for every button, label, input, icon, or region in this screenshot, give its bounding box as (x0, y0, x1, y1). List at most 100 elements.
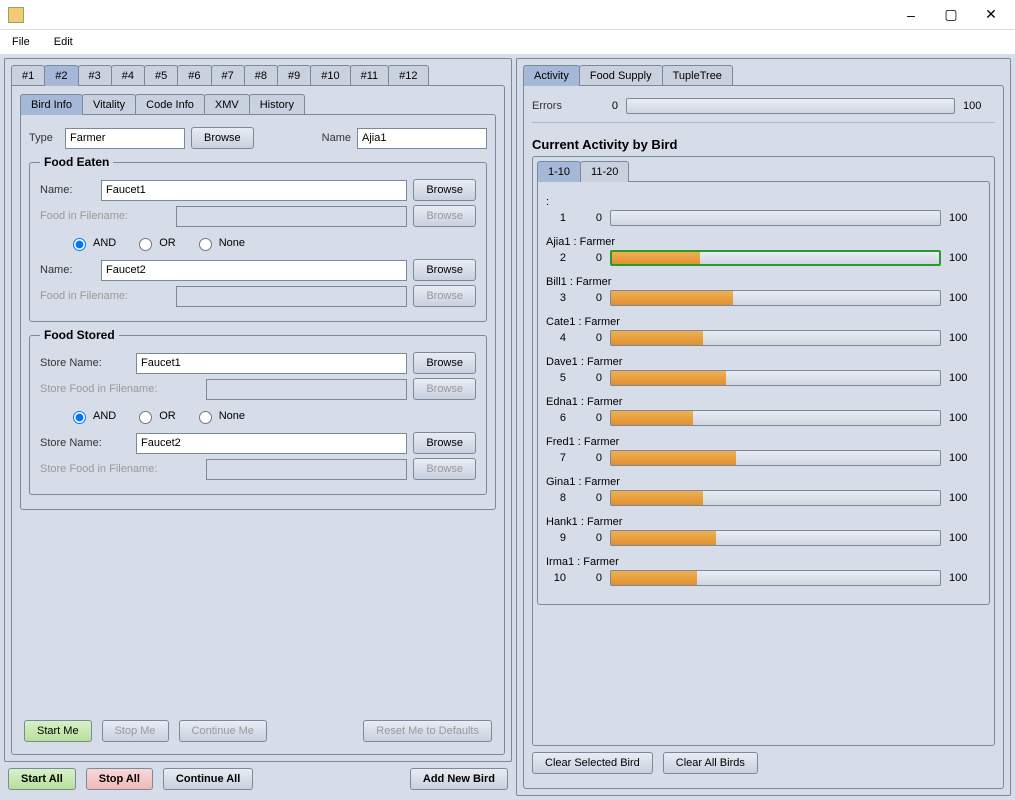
stored-file2-input (206, 459, 407, 480)
global-control-buttons: Start All Stop All Continue All Add New … (4, 762, 512, 796)
stored-radio-and[interactable]: AND (68, 408, 116, 424)
clear-selected-button[interactable]: Clear Selected Bird (532, 752, 653, 774)
eaten-browse1-button[interactable]: Browse (413, 179, 476, 201)
stored-radio-or[interactable]: OR (134, 408, 176, 424)
tab-3[interactable]: #3 (78, 65, 112, 86)
tab-foodsupply[interactable]: Food Supply (579, 65, 663, 86)
food-eaten-fieldset: Food Eaten Name: Browse Food in Filename… (29, 155, 487, 322)
tab-4[interactable]: #4 (111, 65, 145, 86)
eaten-radio-and[interactable]: AND (68, 235, 116, 251)
bird-progressbar[interactable] (610, 370, 941, 386)
bird-max: 100 (949, 572, 981, 584)
bird-max: 100 (949, 412, 981, 424)
tab-6[interactable]: #6 (177, 65, 211, 86)
stored-name1-input[interactable] (136, 353, 407, 374)
menubar: File Edit (0, 30, 1015, 54)
tab-9[interactable]: #9 (277, 65, 311, 86)
stored-radio-none[interactable]: None (194, 408, 245, 424)
tab-1[interactable]: #1 (11, 65, 45, 86)
clear-all-birds-button[interactable]: Clear All Birds (663, 752, 758, 774)
stored-browse1-button[interactable]: Browse (413, 352, 476, 374)
eaten-browse2-button[interactable]: Browse (413, 259, 476, 281)
bird-info-panel: Type Browse Name Food Eaten Name: Browse (20, 114, 496, 510)
bird-progress-row: 10100 (546, 210, 981, 226)
bird-number-tabs: #1#2#3#4#5#6#7#8#9#10#11#12 (11, 65, 505, 86)
bird-progressbar[interactable] (610, 570, 941, 586)
bird-progress-row: 20100 (546, 250, 981, 266)
bird-progressbar[interactable] (610, 330, 941, 346)
tab-codeinfo[interactable]: Code Info (135, 94, 205, 115)
eaten-radio-none[interactable]: None (194, 235, 245, 251)
stored-file1-browse-button: Browse (413, 378, 476, 400)
bird-index: 4 (546, 332, 566, 344)
bird-progressbar[interactable] (610, 210, 941, 226)
eaten-name1-label: Name: (40, 184, 95, 196)
java-icon (8, 7, 24, 23)
tab-xmv[interactable]: XMV (204, 94, 250, 115)
eaten-file1-label: Food in Filename: (40, 210, 170, 222)
type-label: Type (29, 132, 59, 144)
tab-110[interactable]: 1-10 (537, 161, 581, 182)
maximize-button[interactable]: ▢ (931, 1, 971, 29)
minimize-button[interactable]: – (891, 1, 931, 29)
bird-progressbar[interactable] (610, 490, 941, 506)
bird-progressbar[interactable] (610, 410, 941, 426)
eaten-name2-label: Name: (40, 264, 95, 276)
stop-me-button: Stop Me (102, 720, 169, 742)
bird-min: 0 (574, 572, 602, 584)
bird-empty-label: : (546, 196, 981, 208)
activity-inner-panel: 1-1011-20 : 10100Ajia1 : Farmer20100Bill… (532, 156, 995, 746)
close-button[interactable]: ✕ (971, 1, 1011, 29)
bird-progressbar[interactable] (610, 250, 941, 266)
bird-index: 6 (546, 412, 566, 424)
activity-title: Current Activity by Bird (532, 137, 995, 152)
add-new-bird-button[interactable]: Add New Bird (410, 768, 508, 790)
bird-min: 0 (574, 492, 602, 504)
start-me-button[interactable]: Start Me (24, 720, 92, 742)
stored-file2-browse-button: Browse (413, 458, 476, 480)
bird-index: 5 (546, 372, 566, 384)
type-input[interactable] (65, 128, 185, 149)
stop-all-button[interactable]: Stop All (86, 768, 153, 790)
continue-all-button[interactable]: Continue All (163, 768, 253, 790)
bird-label: Hank1 : Farmer (546, 516, 981, 528)
tab-activity[interactable]: Activity (523, 65, 580, 86)
eaten-name2-input[interactable] (101, 260, 407, 281)
tab-1120[interactable]: 11-20 (580, 161, 629, 182)
right-column: ActivityFood SupplyTupleTree Errors 0 10… (516, 58, 1011, 796)
start-all-button[interactable]: Start All (8, 768, 76, 790)
activity-tabs: ActivityFood SupplyTupleTree (523, 65, 1004, 86)
stored-name2-input[interactable] (136, 433, 407, 454)
stored-name1-label: Store Name: (40, 357, 130, 369)
type-browse-button[interactable]: Browse (191, 127, 254, 149)
tab-12[interactable]: #12 (388, 65, 428, 86)
tab-vitality[interactable]: Vitality (82, 94, 136, 115)
bird-max: 100 (949, 292, 981, 304)
eaten-file2-label: Food in Filename: (40, 290, 170, 302)
stored-file1-label: Store Food in Filename: (40, 383, 200, 395)
name-input[interactable] (357, 128, 487, 149)
tab-8[interactable]: #8 (244, 65, 278, 86)
bird-progressbar[interactable] (610, 450, 941, 466)
eaten-name1-input[interactable] (101, 180, 407, 201)
tab-tupletree[interactable]: TupleTree (662, 65, 733, 86)
tab-11[interactable]: #11 (350, 65, 390, 86)
tab-7[interactable]: #7 (211, 65, 245, 86)
bird-progressbar[interactable] (610, 530, 941, 546)
menu-file[interactable]: File (8, 34, 34, 50)
menu-edit[interactable]: Edit (50, 34, 77, 50)
stored-browse2-button[interactable]: Browse (413, 432, 476, 454)
bird-progressbar[interactable] (610, 290, 941, 306)
bird-progress-row: 80100 (546, 490, 981, 506)
bird-label: Cate1 : Farmer (546, 316, 981, 328)
activity-buttons: Clear Selected Bird Clear All Birds (532, 746, 995, 780)
right-panel: ActivityFood SupplyTupleTree Errors 0 10… (516, 58, 1011, 796)
tab-birdinfo[interactable]: Bird Info (20, 94, 83, 115)
tab-history[interactable]: History (249, 94, 305, 115)
eaten-radio-or[interactable]: OR (134, 235, 176, 251)
tab-10[interactable]: #10 (310, 65, 350, 86)
tab-5[interactable]: #5 (144, 65, 178, 86)
bird-detail-tabs: Bird InfoVitalityCode InfoXMVHistory (20, 94, 496, 115)
bird-index: 1 (546, 212, 566, 224)
tab-2[interactable]: #2 (44, 65, 78, 86)
